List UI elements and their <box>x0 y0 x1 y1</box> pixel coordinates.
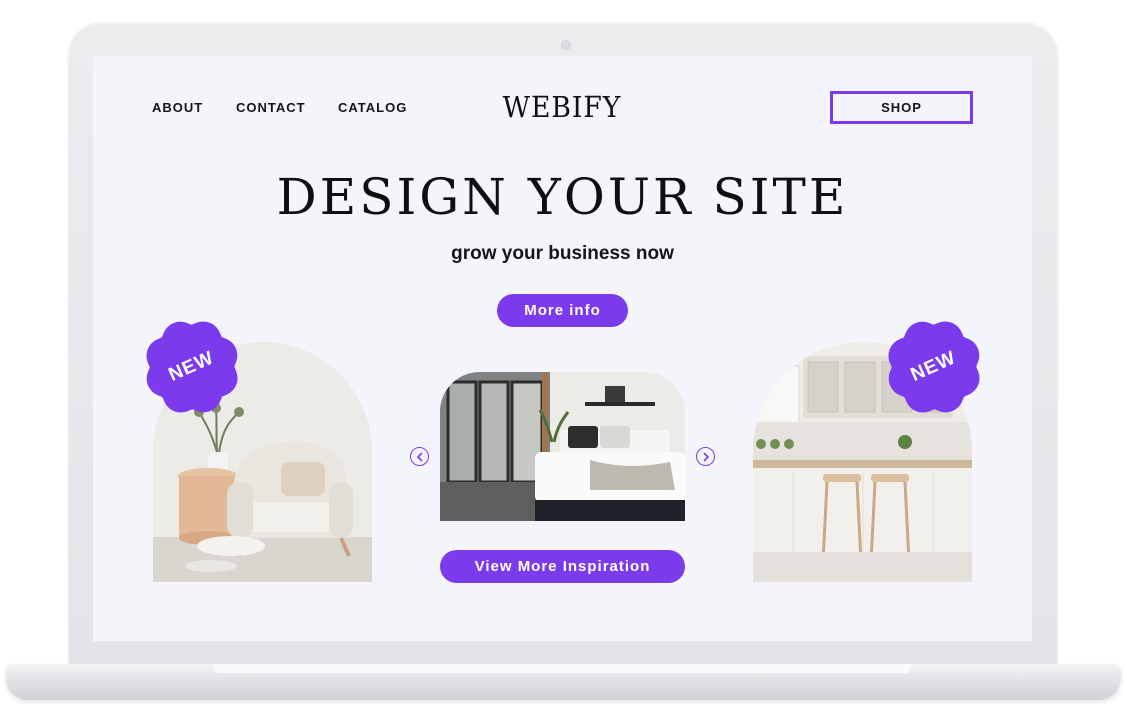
nav-catalog-link[interactable]: CATALOG <box>338 100 407 115</box>
nav-about-link[interactable]: ABOUT <box>152 100 203 115</box>
camera-icon <box>561 40 571 50</box>
bedroom-image <box>440 372 685 521</box>
laptop-hinge-notch <box>214 664 911 673</box>
new-badge-left: NEW <box>153 328 231 406</box>
bedroom-illustration <box>440 372 685 521</box>
carousel-next-button[interactable] <box>696 447 715 466</box>
new-badge-left-label: NEW <box>165 347 218 386</box>
shop-button[interactable]: SHOP <box>830 91 973 124</box>
more-info-button[interactable]: More info <box>497 294 628 327</box>
site-logo[interactable]: WEBIFY <box>470 90 654 124</box>
hero-headline: DESIGN YOUR SITE <box>276 168 849 226</box>
hero-subheadline: grow your business now <box>451 243 674 264</box>
website-screen: ABOUT CONTACT CATALOG WEBIFY SHOP DESIGN… <box>93 56 1032 641</box>
new-badge-right-label: NEW <box>907 347 960 386</box>
nav-contact-link[interactable]: CONTACT <box>236 100 306 115</box>
carousel-prev-button[interactable] <box>410 447 429 466</box>
new-badge-right: NEW <box>895 328 973 406</box>
view-more-inspiration-button[interactable]: View More Inspiration <box>440 550 685 583</box>
chevron-right-icon <box>703 452 709 461</box>
chevron-left-icon <box>416 452 422 461</box>
